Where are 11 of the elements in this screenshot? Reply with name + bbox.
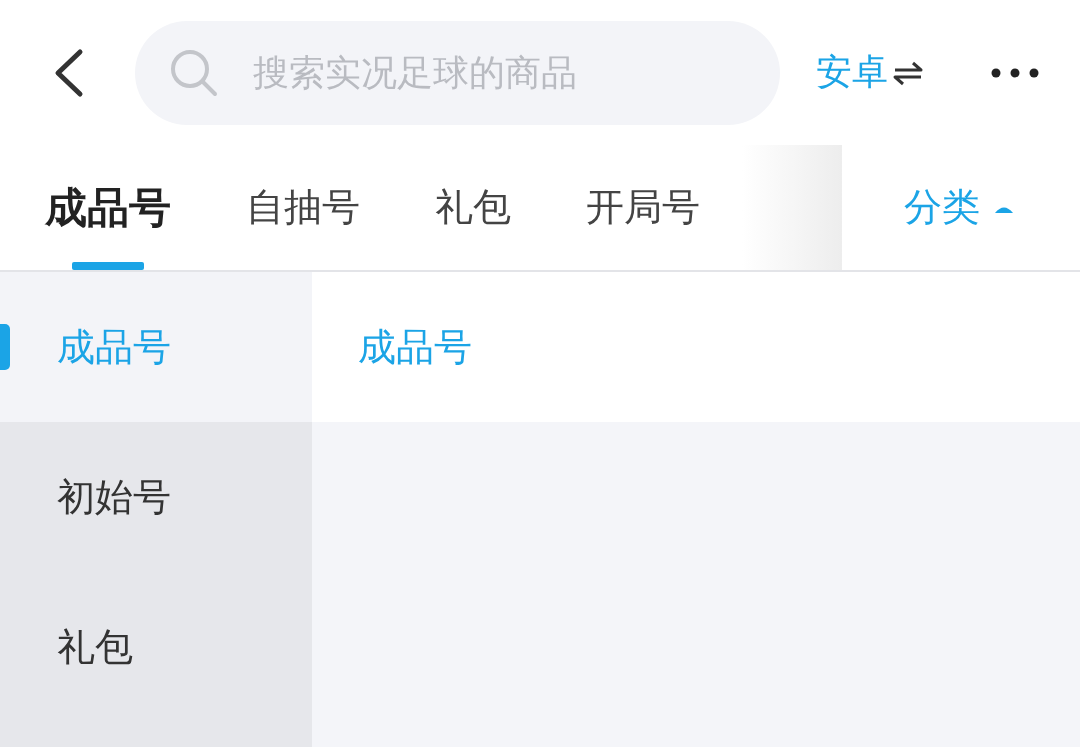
category-tab[interactable]: 自抽号: [246, 145, 360, 270]
section-title: 成品号: [358, 323, 472, 371]
category-tab[interactable]: 成品号: [45, 145, 171, 270]
sidebar-item[interactable]: 礼包: [0, 572, 312, 722]
swap-icon: [892, 59, 924, 86]
more-icon[interactable]: [990, 66, 1040, 79]
search-field[interactable]: 搜索实况足球的商品: [135, 20, 780, 125]
category-tab[interactable]: 开局号: [586, 145, 700, 270]
sidebar-item[interactable]: 初始号: [0, 422, 312, 572]
category-tab[interactable]: 礼包: [435, 145, 511, 270]
search-icon: [169, 47, 219, 98]
